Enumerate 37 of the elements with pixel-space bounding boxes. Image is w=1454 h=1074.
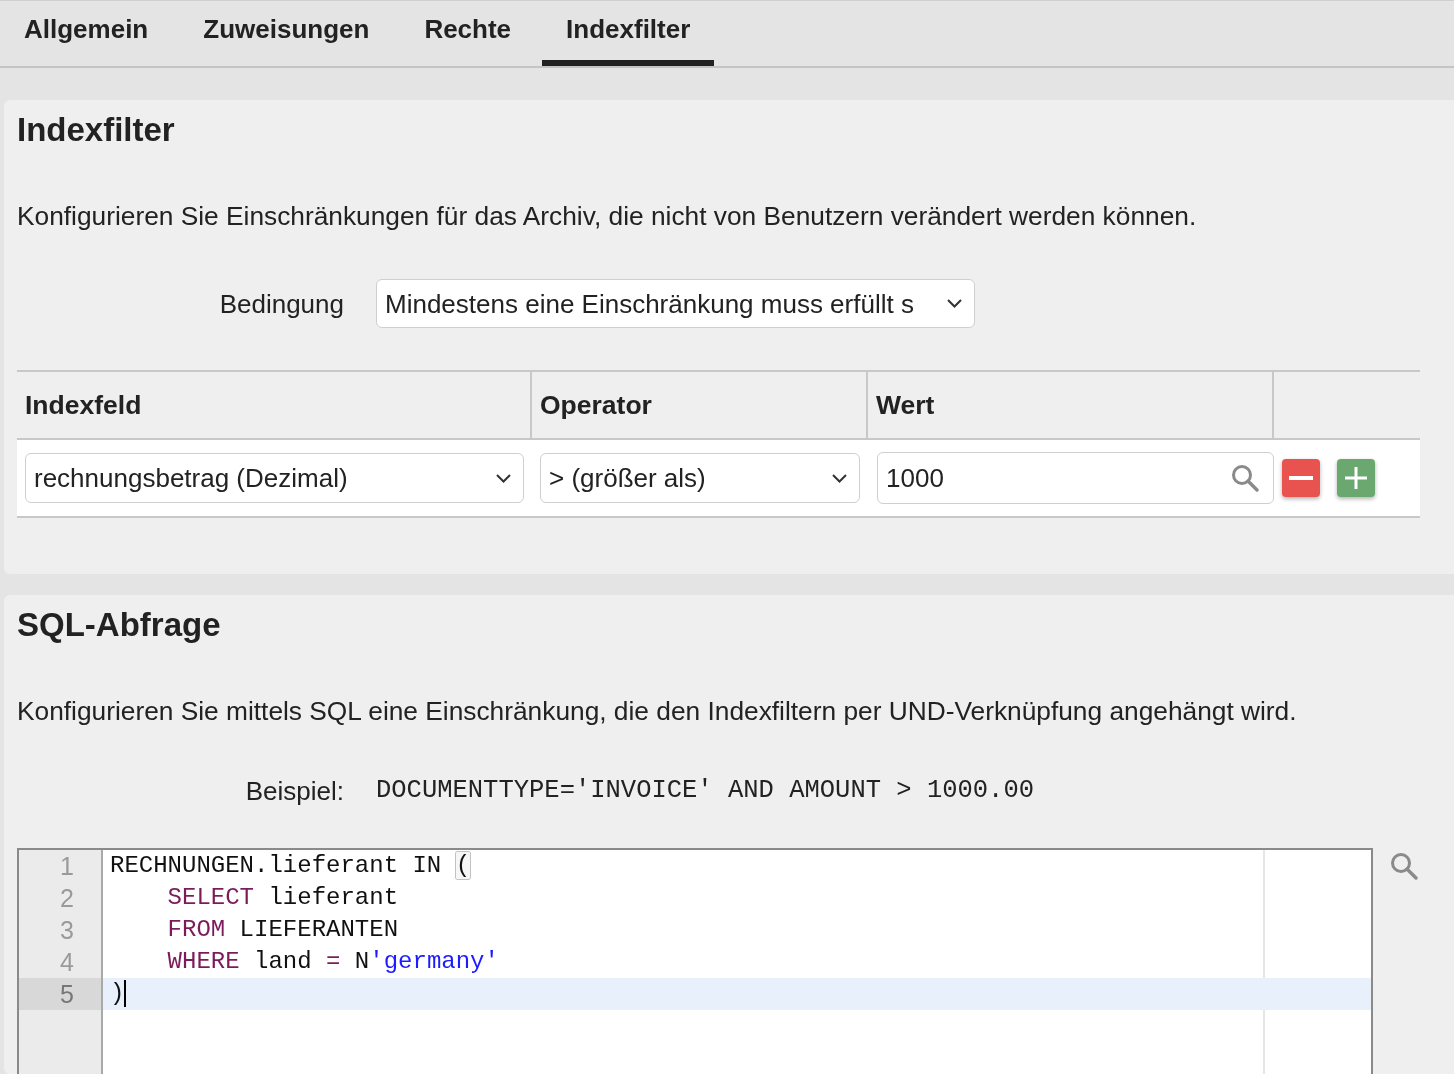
condition-label: Bedingung — [218, 287, 344, 320]
example-label: Beispiel: — [244, 775, 344, 807]
condition-select[interactable]: Mindestens eine Einschränkung muss erfüllt s — [376, 279, 975, 328]
line-number: 3 — [59, 915, 75, 946]
section-description: Konfigurieren Sie Einschränkungen für das Archiv, die nicht von Benutzern verändert werden können. — [17, 200, 1198, 232]
value-field[interactable]: 1000 — [877, 452, 1274, 504]
tab[interactable]: Allgemein — [0, 1, 173, 66]
index-field-select[interactable]: rechnungsbetrag (Dezimal) — [25, 453, 524, 503]
section-title: Indexfilter — [17, 110, 176, 150]
code-line: RECHNUNGEN.lieferant IN ( — [109, 851, 472, 881]
section-description: Konfigurieren Sie mittels SQL eine Einschränkung, die den Indexfiltern per UND-Verknüpfung angehängt wird. — [17, 695, 1298, 727]
add-button[interactable] — [1337, 459, 1375, 497]
example-code: DOCUMENTTYPE='INVOICE' AND AMOUNT > 1000.00 — [376, 775, 1034, 807]
code-line: SELECT lieferant — [166, 883, 400, 913]
minus-icon — [1289, 476, 1313, 480]
operator-select[interactable]: > (größer als) — [540, 453, 860, 503]
tab[interactable]: Rechte — [400, 1, 536, 66]
column-header: Indexfeld — [17, 372, 532, 438]
tab[interactable]: Zuweisungen — [179, 1, 394, 66]
chevron-down-icon — [947, 299, 962, 308]
remove-button[interactable] — [1282, 459, 1320, 497]
line-number: 4 — [59, 947, 75, 978]
plus-icon — [1345, 467, 1367, 489]
search-icon[interactable] — [1390, 852, 1418, 880]
sql-editor[interactable]: 1 2 3 4 5 RECHNUNGEN.lieferant IN ( SELECT lieferant FROM LIEFERANTEN WHERE land = N'germany' ) — [17, 848, 1373, 1074]
section-title: SQL-Abfrage — [17, 605, 222, 645]
column-header: Operator — [532, 372, 868, 438]
column-header: Wert — [868, 372, 1274, 438]
line-number: 1 — [59, 851, 75, 882]
chevron-down-icon — [832, 473, 847, 483]
chevron-down-icon — [496, 473, 511, 483]
search-icon[interactable] — [1231, 464, 1259, 492]
tab[interactable]: Indexfilter — [542, 1, 715, 66]
line-number: 5 — [19, 978, 101, 1010]
code-line: FROM LIEFERANTEN — [166, 915, 400, 945]
line-number: 2 — [59, 883, 75, 914]
code-line: WHERE land = N'germany' — [166, 947, 500, 977]
